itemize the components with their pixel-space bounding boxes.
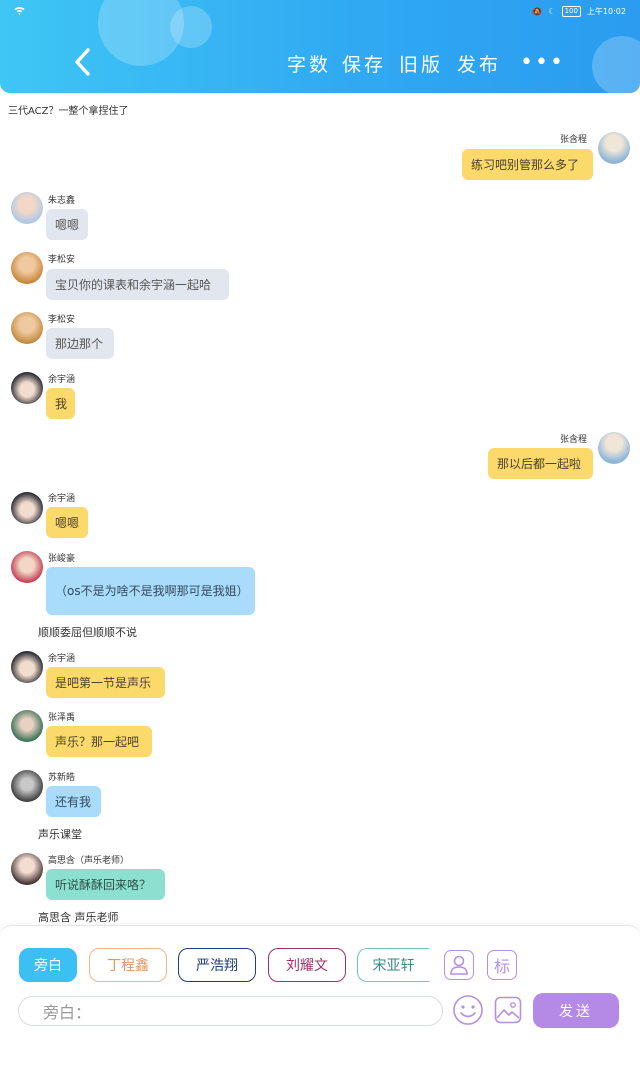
message-bubble[interactable]: （os不是为啥不是我啊那可是我姐） (46, 567, 255, 615)
avatar[interactable] (11, 252, 43, 284)
message-bubble[interactable]: 还有我 (46, 786, 101, 817)
avatar[interactable] (11, 770, 43, 802)
sender-name: 苏新皓 (48, 773, 76, 783)
smiley-icon (453, 995, 483, 1025)
top-bar: 🔕 ☾ 100 上午10:02 字数 保存 旧版 发布 ••• (0, 0, 640, 93)
silent-icon: 🔕 (532, 7, 543, 16)
narration-text: 高思含 声乐老师 (38, 911, 119, 924)
send-button[interactable]: 发送 (533, 993, 619, 1028)
moon-icon: ☾ (548, 7, 556, 16)
image-button[interactable] (494, 996, 522, 1024)
avatar[interactable] (11, 192, 43, 224)
message-input[interactable]: 旁白： (18, 996, 443, 1026)
message-bubble[interactable]: 那以后都一起啦 (488, 448, 593, 479)
wifi-icon (14, 6, 25, 18)
sender-name: 余宇涵 (48, 654, 76, 664)
old-version-button[interactable]: 旧版 (399, 50, 443, 77)
avatar[interactable] (11, 312, 43, 344)
sender-name: 朱志鑫 (48, 196, 76, 206)
image-icon (494, 996, 522, 1024)
message-bubble[interactable]: 嗯嗯 (46, 209, 88, 240)
sender-name: 余宇涵 (48, 494, 76, 504)
chevron-left-icon (75, 48, 90, 76)
narration-text: 顺顺委屈但顺顺不说 (38, 626, 137, 639)
sender-name: 张含程 (560, 435, 588, 445)
avatar[interactable] (11, 492, 43, 524)
publish-button[interactable]: 发布 (457, 50, 501, 77)
sender-name: 张峻豪 (48, 554, 76, 564)
avatar[interactable] (598, 132, 630, 164)
role-chip[interactable]: 严浩翔 (178, 948, 256, 982)
battery-icon: 100 (561, 6, 581, 17)
message-bubble[interactable]: 声乐？那一起吧 (46, 726, 152, 757)
sender-name: 李松安 (48, 315, 76, 325)
sender-name: 余宇涵 (48, 375, 76, 385)
person-icon (450, 955, 468, 975)
avatar[interactable] (11, 651, 43, 683)
message-bubble[interactable]: 练习吧别管那么多了 (462, 149, 593, 180)
status-bar: 🔕 ☾ 100 上午10:02 (0, 4, 640, 20)
message-bubble[interactable]: 那边那个 (46, 328, 114, 359)
save-button[interactable]: 保存 (342, 50, 386, 77)
narration-text: 三代ACZ？一整个拿捏住了 (8, 106, 129, 117)
message-bubble[interactable]: 宝贝你的课表和余宇涵一起哈 (46, 269, 229, 300)
avatar-tool-button[interactable] (444, 950, 474, 980)
narration-text: 声乐课堂 (38, 828, 82, 841)
more-button[interactable]: ••• (520, 50, 565, 75)
word-count-button[interactable]: 字数 (287, 50, 331, 77)
role-chip[interactable]: 刘耀文 (268, 948, 346, 982)
avatar[interactable] (11, 372, 43, 404)
message-bubble[interactable]: 是吧第一节是声乐 (46, 667, 165, 698)
avatar[interactable] (11, 853, 43, 885)
sender-name: 李松安 (48, 255, 76, 265)
role-chip[interactable]: 丁程鑫 (89, 948, 167, 982)
message-bubble[interactable]: 我 (46, 388, 75, 419)
sender-name: 高思含（声乐老师） (48, 856, 130, 866)
avatar[interactable] (11, 710, 43, 742)
composer-panel: 旁白 丁程鑫 严浩翔 刘耀文 宋亚轩 标 旁白： 发送 (0, 925, 640, 1067)
back-button[interactable] (68, 42, 98, 82)
decor-bubble (592, 36, 640, 93)
role-chip-narration[interactable]: 旁白 (19, 948, 77, 982)
emoji-button[interactable] (452, 994, 484, 1026)
mark-tool-button[interactable]: 标 (487, 950, 517, 980)
role-chip[interactable]: 宋亚轩 (357, 948, 429, 982)
sender-name: 张泽禹 (48, 713, 76, 723)
clock-text: 上午10:02 (586, 7, 626, 16)
message-bubble[interactable]: 嗯嗯 (46, 507, 88, 538)
avatar[interactable] (11, 551, 43, 583)
avatar[interactable] (598, 432, 630, 464)
sender-name: 张含程 (560, 135, 588, 145)
message-bubble[interactable]: 听说酥酥回来咯？ (46, 869, 165, 900)
